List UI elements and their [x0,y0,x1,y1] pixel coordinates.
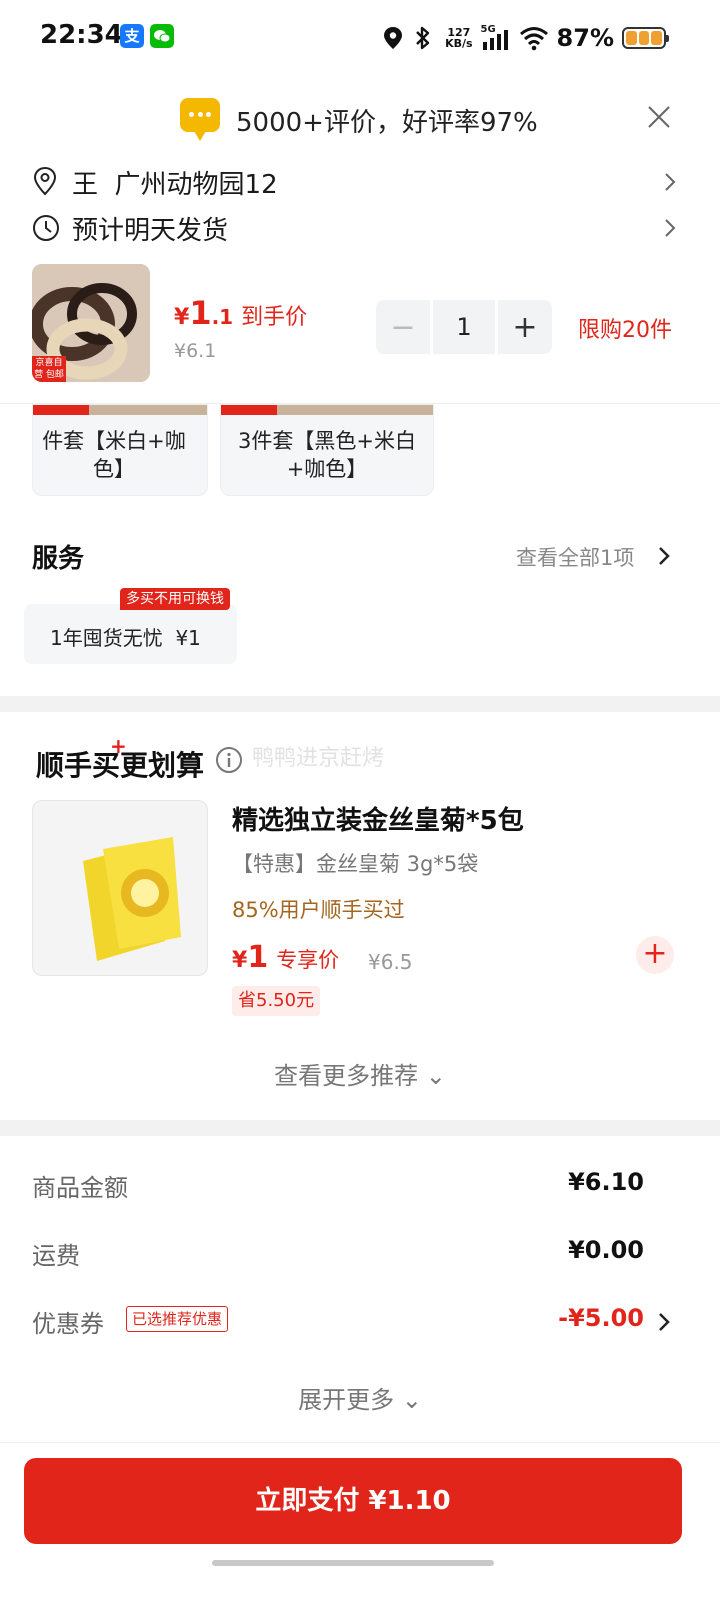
recommended-original-price: ¥6.5 [368,950,413,974]
battery-percent: 87% [556,24,614,52]
recommended-product-image[interactable] [32,800,208,976]
info-icon[interactable] [215,746,243,774]
address-row[interactable]: 王 广州动物园12 [30,162,690,202]
price-now: ¥1.1 到手价 [174,294,308,332]
coupon-tag: 已选推荐优惠 [126,1306,229,1332]
section-divider [0,1120,720,1136]
bundle-title: 顺手买更划算 + [36,734,205,782]
location-icon [384,27,403,49]
chevron-right-icon [665,219,676,237]
expand-more-button[interactable]: 展开更多 ⌄ [0,1380,720,1415]
recommended-product-name[interactable]: 精选独立装金丝皇菊*5包 [232,800,524,837]
wifi-icon [519,27,548,51]
alipay-icon: 支 [120,24,144,48]
shipping-row: 运费 ¥0.00 [32,1236,644,1270]
coupon-row[interactable]: 优惠券 已选推荐优惠 -¥5.00 [32,1302,672,1342]
message-bubble-icon [180,98,220,141]
quantity-value[interactable]: 1 [433,300,495,354]
free-shipping-tag: 京喜自营 包邮 [32,356,66,382]
product-thumbnail[interactable]: 京喜自营 包邮 [32,264,150,382]
increase-quantity-button[interactable]: + [498,300,552,354]
chevron-right-icon[interactable] [658,546,670,566]
variant-label: 件套【米白+咖色】 [42,429,186,481]
status-bar: 22:34 支 127 KB/s 5G 87% [0,0,720,76]
recommended-price: ¥1 专享价 [232,940,340,975]
add-to-order-button[interactable]: + [636,936,674,974]
delivery-estimate: 预计明天发货 [72,216,229,246]
address-text: 王 广州动物园12 [72,170,278,200]
watermark: 鸭鸭进京赶烤 [252,746,385,771]
quantity-stepper: − 1 + [376,300,552,354]
variant-option[interactable]: 3件套【黑色+米白+咖色】 [220,404,434,496]
service-badge: 多买不用可换钱 [120,588,230,610]
clock-icon [33,215,59,241]
pay-now-button[interactable]: 立即支付 ¥1.10 [24,1458,682,1544]
goods-amount: ¥6.10 [568,1168,644,1196]
close-icon[interactable] [646,104,672,130]
delivery-row[interactable]: 预计明天发货 [30,208,690,248]
service-option[interactable]: 1年囤货无忧 ¥1 [24,604,237,664]
variant-option[interactable]: 件套【米白+咖色】 [32,404,208,496]
savings-badge: 省5.50元 [232,986,321,1016]
recommended-product-desc: 【特惠】金丝皇菊 3g*5袋 [232,852,479,876]
bought-together-rate: 85%用户顺手买过 [232,898,405,922]
status-icons: 127 KB/s 5G 87% [383,20,669,56]
section-divider [0,696,720,712]
price-original: ¥6.1 [174,340,217,362]
status-time: 22:34 [40,20,123,50]
goods-amount-row: 商品金额 ¥6.10 [32,1168,644,1202]
purchase-limit: 限购20件 [578,318,672,343]
services-see-all[interactable]: 查看全部1项 [516,542,634,572]
chevron-right-icon [665,173,676,191]
chevron-right-icon [659,1313,670,1331]
home-indicator[interactable] [212,1560,494,1566]
review-summary: 5000+评价，好评率97% [236,108,538,138]
wechat-icon [150,24,174,48]
variant-label: 3件套【黑色+米白+咖色】 [238,429,416,481]
coupon-amount: -¥5.00 [558,1304,644,1332]
shipping-amount: ¥0.00 [568,1236,644,1264]
bluetooth-icon [416,26,430,50]
location-pin-icon [33,166,57,196]
battery-icon [622,27,669,49]
see-more-recommendations[interactable]: 查看更多推荐 ⌄ [0,1056,720,1091]
review-banner: 5000+评价，好评率97% [0,90,720,150]
signal-icon: 5G [481,24,511,52]
net-speed: 127 KB/s [445,26,473,50]
decrease-quantity-button[interactable]: − [376,300,430,354]
services-title: 服务 [32,544,85,574]
